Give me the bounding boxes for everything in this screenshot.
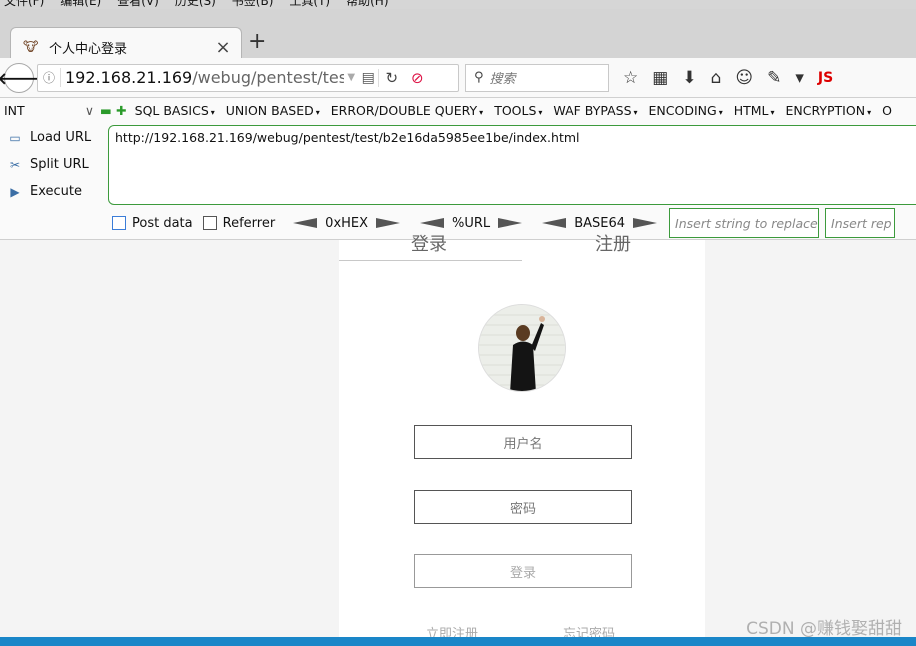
login-button[interactable]: 登录 — [414, 554, 632, 588]
menu-help[interactable]: 帮助(H) — [346, 0, 388, 9]
new-tab-button[interactable]: + — [248, 29, 266, 54]
js-toggle[interactable]: JS — [818, 70, 833, 86]
play-icon: ▶ — [10, 184, 20, 199]
menu-waf-bypass[interactable]: WAF BYPASS ▾ — [553, 103, 637, 118]
post-data-label: Post data — [132, 215, 193, 231]
menu-view[interactable]: 查看(V) — [117, 0, 159, 9]
noscript-icon[interactable]: ⊘ — [404, 69, 430, 87]
info-icon[interactable]: ⓘ — [38, 69, 60, 86]
scissors-icon: ✂ — [9, 157, 21, 172]
url-decode-arrow-icon[interactable] — [420, 218, 445, 228]
menu-tools[interactable]: 工具(T) — [289, 0, 330, 9]
reload-icon[interactable]: ↻ — [378, 68, 404, 87]
search-placeholder: 搜索 — [489, 72, 516, 87]
type-select-value: INT — [4, 102, 25, 118]
hex-encode-arrow-icon[interactable] — [376, 218, 401, 228]
navigation-bar: 🡐 ⓘ 192.168.21.169 /webug/pentest/test/ … — [0, 58, 916, 98]
login-tabs: 登录 注册 — [339, 230, 705, 272]
watermark: CSDN @赚钱娶甜甜 — [746, 619, 902, 639]
load-url-button[interactable]: ▭ Load URL — [0, 124, 104, 151]
referrer-checkbox[interactable] — [202, 216, 217, 230]
search-icon: ⚲ — [474, 70, 484, 85]
active-tab-underline — [339, 260, 522, 261]
bookmark-star-icon[interactable]: ☆ — [623, 68, 638, 88]
replace-with-input[interactable]: Insert rep — [825, 208, 896, 238]
username-field[interactable]: 用户名 — [414, 425, 632, 459]
home-icon[interactable]: ⌂ — [711, 68, 722, 88]
hackbar-menu: INT ∨ ▬ ✚ SQL BASICS ▾ UNION BASED ▾ ERROR… — [0, 98, 916, 122]
hex-encoder: 0xHEX — [293, 216, 401, 231]
url-encoder: %URL — [420, 216, 523, 231]
menu-error-double-query[interactable]: ERROR/DOUBLE QUERY ▾ — [331, 103, 483, 118]
tab-title: 个人中心登录 — [49, 42, 128, 57]
avatar-image — [479, 305, 565, 391]
address-bar[interactable]: ⓘ 192.168.21.169 /webug/pentest/test/ ▼ … — [37, 63, 459, 92]
hex-decode-arrow-icon[interactable] — [293, 218, 318, 228]
base64-encode-arrow-icon[interactable] — [633, 218, 658, 228]
url-host: 192.168.21.169 — [60, 68, 192, 87]
bookmarks-library-icon[interactable]: ▦ — [652, 68, 668, 88]
minus-plus-icon[interactable]: ▬ ✚ — [100, 103, 127, 118]
password-field[interactable]: 密码 — [414, 490, 632, 524]
execute-button[interactable]: ▶ Execute — [0, 178, 104, 205]
search-box[interactable]: ⚲ 搜索 — [465, 63, 609, 92]
url-dropdown-icon[interactable]: ▼ — [344, 72, 358, 83]
avatar — [478, 304, 566, 392]
menubar: 文件(F) 编辑(E) 查看(V) 历史(S) 书签(B) 工具(T) 帮助(H… — [0, 0, 916, 9]
download-icon[interactable]: ⬇ — [682, 68, 696, 88]
sync-icon[interactable]: ☺ — [735, 68, 753, 88]
back-button[interactable]: 🡐 — [0, 62, 40, 93]
taskbar — [0, 637, 916, 646]
menu-encryption[interactable]: ENCRYPTION ▾ — [786, 103, 872, 118]
menu-tools[interactable]: TOOLS ▾ — [494, 103, 542, 118]
base64-decode-arrow-icon[interactable] — [542, 218, 567, 228]
reader-view-icon[interactable]: ▤ — [358, 70, 378, 86]
tab-login[interactable]: 登录 — [411, 230, 447, 256]
menu-sql-basics[interactable]: SQL BASICS ▾ — [135, 103, 215, 118]
menu-html[interactable]: HTML ▾ — [734, 103, 775, 118]
menu-edit[interactable]: 编辑(E) — [60, 0, 101, 9]
toolbar-icons: ☆ ▦ ⬇ ⌂ ☺ ✎ ▾ JS — [623, 68, 833, 88]
split-url-button[interactable]: ✂ Split URL — [0, 151, 104, 178]
login-card: 登录 注册 用户名 密码 登录 立即注册 忘记密码 — [339, 234, 705, 646]
overflow-chevron-icon[interactable]: ▾ — [795, 68, 804, 88]
menu-bookmarks[interactable]: 书签(B) — [232, 0, 274, 9]
chevron-down-icon: ∨ — [84, 102, 94, 118]
hackbar-panel: INT ∨ ▬ ✚ SQL BASICS ▾ UNION BASED ▾ ERROR… — [0, 98, 916, 240]
url-path: /webug/pentest/test/ — [192, 68, 345, 87]
tab-strip: 🐮 个人中心登录 × + — [0, 9, 916, 67]
url-encode-arrow-icon[interactable] — [498, 218, 523, 228]
cow-favicon-icon: 🐮 — [23, 39, 39, 55]
menu-file[interactable]: 文件(F) — [4, 0, 44, 9]
palette-icon[interactable]: ✎ — [767, 68, 781, 88]
load-url-icon: ▭ — [9, 130, 21, 145]
post-data-checkbox[interactable] — [112, 216, 126, 230]
hackbar-url-textarea[interactable]: http://192.168.21.169/webug/pentest/test… — [108, 125, 916, 205]
referrer-label: Referrer — [222, 215, 276, 231]
base64-encoder: BASE64 — [542, 216, 658, 231]
menu-encoding[interactable]: ENCODING ▾ — [649, 103, 723, 118]
menu-union-based[interactable]: UNION BASED ▾ — [226, 103, 320, 118]
type-select[interactable]: INT ∨ — [0, 103, 100, 118]
hackbar-actions: ▭ Load URL ✂ Split URL ▶ Execute — [0, 124, 104, 205]
close-tab-icon[interactable]: × — [211, 37, 235, 58]
menu-other[interactable]: O — [882, 103, 892, 118]
tab-register[interactable]: 注册 — [595, 230, 631, 256]
menu-history[interactable]: 历史(S) — [175, 0, 216, 9]
